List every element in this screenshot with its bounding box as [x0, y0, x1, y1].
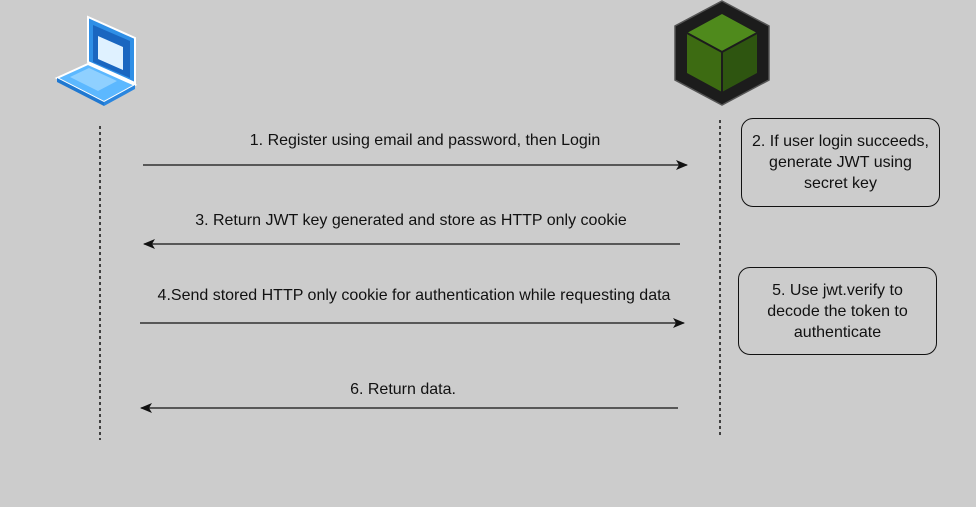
nodejs-cube-icon — [674, 0, 770, 106]
message-6-label: 6. Return data. — [350, 381, 456, 398]
note-line: generate JWT using — [769, 154, 912, 171]
note-line: authenticate — [793, 323, 882, 341]
message-4-label: 4.Send stored HTTP only cookie for authe… — [157, 287, 671, 304]
note-verify-jwt: 5. Use jwt.verify to decode the token to… — [738, 267, 937, 355]
sequence-diagram — [54, 0, 770, 440]
note-generate-jwt: 2. If user login succeeds, generate JWT … — [741, 118, 940, 207]
message-3-label: 3. Return JWT key generated and store as… — [195, 212, 627, 229]
note-line: decode the token to — [767, 302, 908, 320]
note-line: 2. If user login succeeds, — [752, 133, 929, 150]
note-line: secret key — [804, 175, 877, 192]
note-line: 5. Use jwt.verify to — [772, 281, 903, 299]
message-1-label: 1. Register using email and password, th… — [249, 132, 601, 149]
laptop-icon — [54, 15, 138, 106]
